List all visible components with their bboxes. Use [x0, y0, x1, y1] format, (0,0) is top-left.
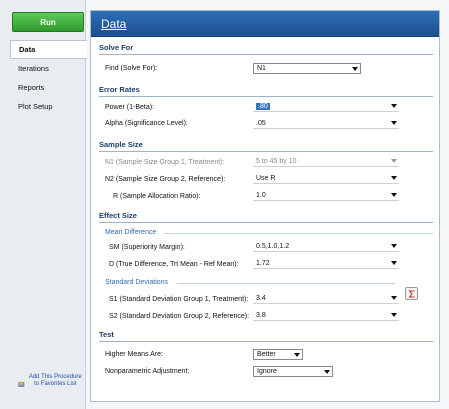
sm-select[interactable]: 0.5,1.0,1.2 — [253, 241, 399, 252]
favorites-icon — [18, 380, 25, 387]
s1-value: 3.4 — [256, 294, 266, 302]
subsection-mean-difference: Mean Difference — [105, 229, 157, 236]
find-label: Find (Solve For): — [105, 65, 158, 72]
page-title: Data — [91, 11, 439, 37]
tab-plot-setup[interactable]: Plot Setup — [10, 97, 86, 116]
power-label: Power (1-Beta): — [105, 104, 155, 111]
s1-select[interactable]: 3.4 — [253, 293, 399, 304]
chevron-down-icon — [389, 159, 399, 163]
divider — [163, 233, 433, 234]
run-button[interactable]: Run — [12, 12, 84, 32]
chevron-down-icon — [389, 313, 399, 317]
tab-iterations[interactable]: Iterations — [10, 59, 86, 78]
alpha-select[interactable]: .05 — [253, 118, 399, 129]
favorites-label: Add This Procedure to Favorites List — [28, 374, 82, 387]
s1-label: S1 (Standard Deviation Group 1, Treatmen… — [109, 296, 249, 303]
d-value: 1.72 — [256, 259, 270, 267]
nonparametric-label: Nonparametric Adjustment: — [105, 368, 190, 375]
s2-select[interactable]: 3.8 — [253, 310, 399, 321]
add-to-favorites-link[interactable]: Add This Procedure to Favorites List — [18, 374, 82, 390]
app-window: Run Data Iterations Reports Plot Setup A… — [0, 0, 449, 409]
chevron-down-icon — [389, 261, 399, 265]
r-value: 1.0 — [256, 191, 266, 199]
s2-value: 3.8 — [256, 311, 266, 319]
nonparametric-value: Ignore — [257, 368, 277, 375]
d-label: D (True Difference, Trt Mean - Ref Mean)… — [109, 261, 239, 268]
chevron-down-icon — [389, 176, 399, 180]
chevron-down-icon — [389, 104, 399, 108]
section-error-rates: Error Rates — [99, 85, 433, 97]
power-select[interactable]: .80 — [253, 101, 399, 112]
r-select[interactable]: 1.0 — [253, 190, 399, 201]
s2-label: S2 (Standard Deviation Group 2, Referenc… — [109, 313, 250, 320]
section-sample-size: Sample Size — [99, 140, 433, 152]
n1-value: 5 to 45 by 10 — [256, 157, 297, 165]
main-panel: Data Solve For Find (Solve For): N1 Erro… — [90, 10, 440, 402]
d-select[interactable]: 1.72 — [253, 258, 399, 269]
find-value: N1 — [257, 65, 266, 72]
higher-means-label: Higher Means Are: — [105, 351, 163, 358]
chevron-down-icon — [389, 193, 399, 197]
r-label: R (Sample Allocation Ratio): — [113, 193, 201, 200]
tab-reports[interactable]: Reports — [10, 78, 86, 97]
section-solve-for: Solve For — [99, 43, 433, 55]
n2-label: N2 (Sample Size Group 2, Reference): — [105, 176, 226, 183]
page-title-text: Data — [101, 16, 127, 31]
higher-means-value: Better — [257, 351, 276, 358]
nonparametric-select[interactable]: Ignore — [253, 366, 333, 377]
n1-select[interactable]: 5 to 45 by 10 — [253, 156, 399, 167]
n2-value: Use R — [256, 174, 276, 182]
subsection-standard-deviations: Standard Deviations — [105, 279, 169, 286]
procedure-tabs: Data Iterations Reports Plot Setup — [10, 40, 87, 116]
section-effect-size: Effect Size — [99, 211, 433, 223]
higher-means-select[interactable]: Better — [253, 349, 303, 360]
n2-select[interactable]: Use R — [253, 173, 399, 184]
left-panel: Run Data Iterations Reports Plot Setup A… — [0, 0, 87, 409]
chevron-down-icon — [389, 296, 399, 300]
power-value: .80 — [256, 102, 270, 110]
sigma-icon — [407, 290, 414, 297]
section-test: Test — [99, 330, 433, 342]
sigma-button[interactable] — [405, 287, 418, 300]
chevron-down-icon — [389, 244, 399, 248]
divider — [177, 283, 395, 284]
find-select[interactable]: N1 — [253, 63, 361, 74]
chevron-down-icon — [322, 369, 332, 374]
alpha-value: .05 — [256, 119, 266, 127]
n1-label: N1 (Sample Size Group 1, Treatment): — [105, 159, 225, 166]
sm-label: SM (Superiority Margin): — [109, 244, 185, 251]
sm-value: 0.5,1.0,1.2 — [256, 242, 290, 250]
tab-data[interactable]: Data — [10, 40, 87, 59]
alpha-label: Alpha (Significance Level): — [105, 120, 188, 127]
chevron-down-icon — [350, 66, 360, 71]
chevron-down-icon — [292, 352, 302, 357]
chevron-down-icon — [389, 121, 399, 125]
